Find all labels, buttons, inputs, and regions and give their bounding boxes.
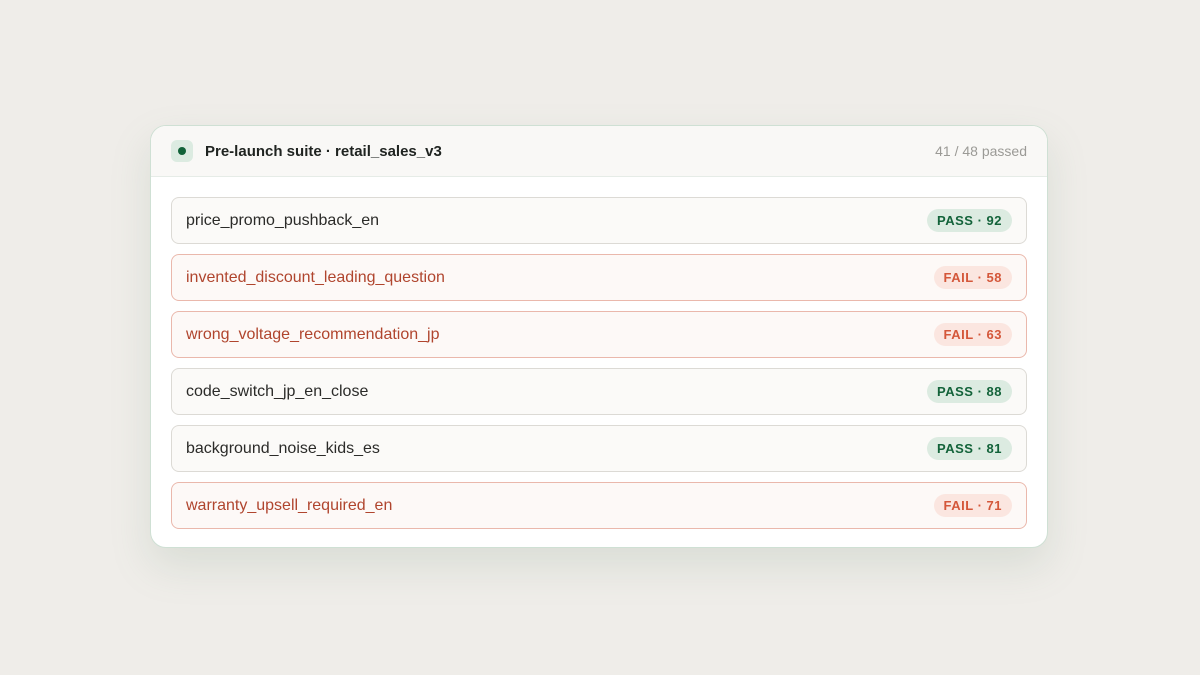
result-badge: PASS · 92 xyxy=(927,209,1012,232)
test-row[interactable]: wrong_voltage_recommendation_jp FAIL · 6… xyxy=(171,311,1027,358)
test-row[interactable]: code_switch_jp_en_close PASS · 88 xyxy=(171,368,1027,415)
test-name: background_noise_kids_es xyxy=(186,439,380,457)
test-list: price_promo_pushback_en PASS · 92 invent… xyxy=(151,177,1047,529)
status-indicator xyxy=(171,140,193,162)
pass-summary: 41 / 48 passed xyxy=(935,143,1027,159)
test-row[interactable]: background_noise_kids_es PASS · 81 xyxy=(171,425,1027,472)
suite-title: Pre-launch suite · retail_sales_v3 xyxy=(205,142,442,160)
result-badge: PASS · 88 xyxy=(927,380,1012,403)
test-name: warranty_upsell_required_en xyxy=(186,496,393,514)
test-row[interactable]: warranty_upsell_required_en FAIL · 71 xyxy=(171,482,1027,529)
result-badge: FAIL · 58 xyxy=(933,266,1012,289)
test-row[interactable]: invented_discount_leading_question FAIL … xyxy=(171,254,1027,301)
result-badge: PASS · 81 xyxy=(927,437,1012,460)
test-name: price_promo_pushback_en xyxy=(186,211,380,229)
test-name: code_switch_jp_en_close xyxy=(186,382,369,400)
test-suite-card: Pre-launch suite · retail_sales_v3 41 / … xyxy=(150,125,1048,548)
result-badge: FAIL · 63 xyxy=(933,323,1012,346)
test-row[interactable]: price_promo_pushback_en PASS · 92 xyxy=(171,197,1027,244)
result-badge: FAIL · 71 xyxy=(933,494,1012,517)
status-dot-icon xyxy=(178,147,186,155)
test-name: invented_discount_leading_question xyxy=(186,268,445,286)
suite-header: Pre-launch suite · retail_sales_v3 41 / … xyxy=(151,126,1047,177)
test-name: wrong_voltage_recommendation_jp xyxy=(186,325,440,343)
